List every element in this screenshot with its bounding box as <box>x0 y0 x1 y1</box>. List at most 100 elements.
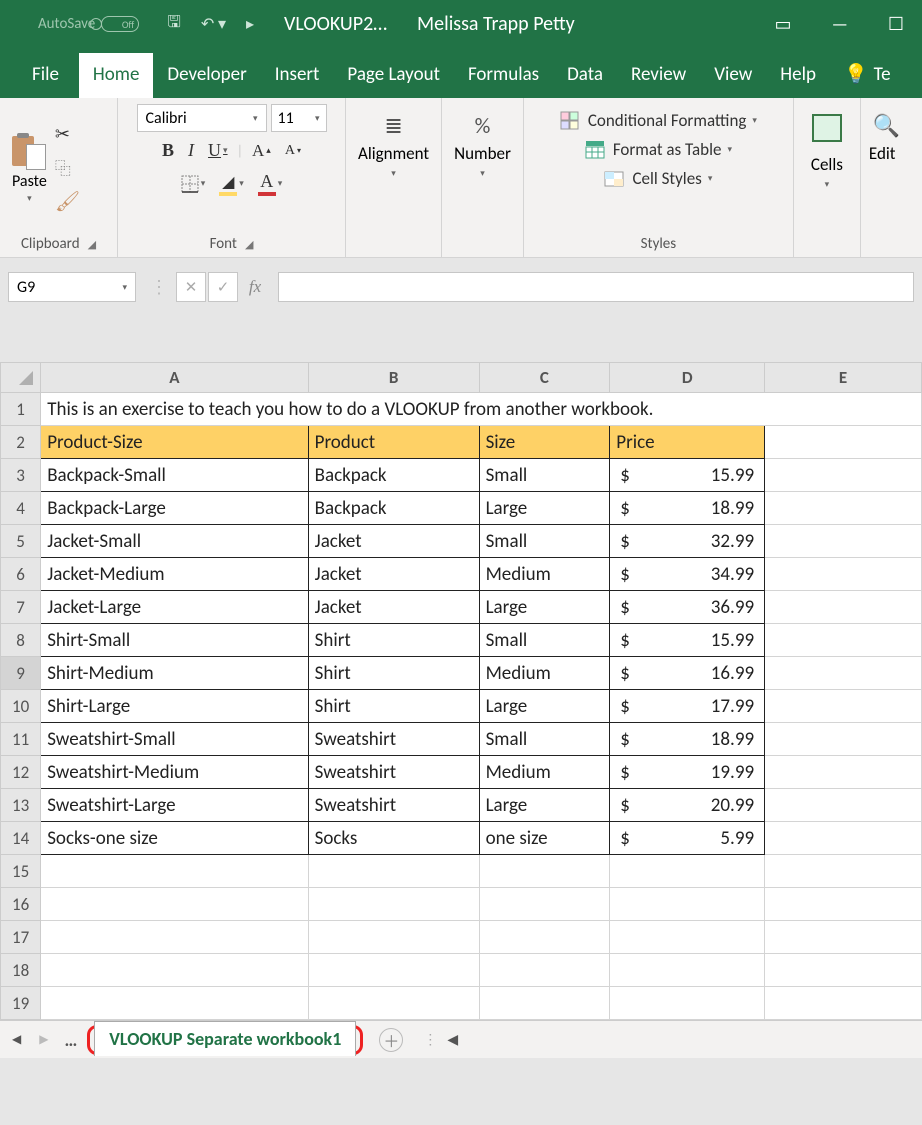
enter-button[interactable]: ✓ <box>208 272 238 302</box>
cell[interactable]: Shirt-Medium <box>41 657 308 690</box>
cell[interactable] <box>308 921 479 954</box>
cell[interactable] <box>479 921 610 954</box>
cell[interactable] <box>765 558 922 591</box>
cell[interactable] <box>765 822 922 855</box>
name-box[interactable]: G9▾ <box>8 272 136 302</box>
col-header-e[interactable]: E <box>765 363 922 393</box>
save-icon[interactable]: 🖫 <box>167 11 181 38</box>
cell[interactable] <box>479 954 610 987</box>
cell[interactable]: $5.99 <box>610 822 765 855</box>
cell[interactable] <box>610 921 765 954</box>
tab-insert[interactable]: Insert <box>261 53 334 98</box>
row-header[interactable]: 11 <box>1 723 41 756</box>
cell[interactable]: Socks-one size <box>41 822 308 855</box>
row-header[interactable]: 6 <box>1 558 41 591</box>
cell[interactable]: Jacket-Small <box>41 525 308 558</box>
sheet-nav-prev[interactable]: ◀ <box>6 1028 27 1051</box>
cell[interactable] <box>308 987 479 1020</box>
cell[interactable]: Small <box>479 723 610 756</box>
row-header[interactable]: 16 <box>1 888 41 921</box>
cell-styles-button[interactable]: Cell Styles▾ <box>604 166 712 191</box>
cell[interactable]: Medium <box>479 756 610 789</box>
cell[interactable]: Shirt-Small <box>41 624 308 657</box>
row-header[interactable]: 4 <box>1 492 41 525</box>
row-header[interactable]: 9 <box>1 657 41 690</box>
cell[interactable] <box>765 624 922 657</box>
format-as-table-button[interactable]: Format as Table▾ <box>585 137 732 162</box>
cell[interactable]: $19.99 <box>610 756 765 789</box>
select-all-corner[interactable] <box>1 363 41 393</box>
row-header[interactable]: 2 <box>1 426 41 459</box>
cell[interactable] <box>41 888 308 921</box>
tab-data[interactable]: Data <box>553 53 617 98</box>
cell[interactable] <box>765 525 922 558</box>
cell[interactable] <box>765 459 922 492</box>
cell[interactable] <box>765 789 922 822</box>
cell[interactable] <box>308 888 479 921</box>
cell[interactable] <box>765 954 922 987</box>
cell[interactable] <box>765 492 922 525</box>
cell[interactable]: $16.99 <box>610 657 765 690</box>
borders-button[interactable]: ▾ <box>176 173 211 195</box>
more-icon[interactable]: ▸ <box>246 14 254 34</box>
cell[interactable] <box>765 987 922 1020</box>
cell[interactable]: Shirt <box>308 657 479 690</box>
format-painter-icon[interactable]: 🖌 <box>55 189 80 214</box>
cell[interactable]: Sweatshirt <box>308 723 479 756</box>
cell[interactable] <box>479 855 610 888</box>
cell[interactable]: $34.99 <box>610 558 765 591</box>
launcher-icon[interactable]: ◢ <box>245 238 253 251</box>
cancel-button[interactable]: ✕ <box>176 272 206 302</box>
cell[interactable] <box>479 888 610 921</box>
shrink-font-button[interactable]: A▾ <box>280 141 306 161</box>
tab-home[interactable]: Home <box>79 53 154 98</box>
find-icon[interactable]: 🔍 <box>869 104 893 141</box>
cell[interactable] <box>765 723 922 756</box>
fx-button[interactable]: fx <box>240 272 270 302</box>
tab-help[interactable]: Help <box>766 53 830 98</box>
cell[interactable]: $15.99 <box>610 624 765 657</box>
cell[interactable] <box>765 426 922 459</box>
row-header[interactable]: 19 <box>1 987 41 1020</box>
cell[interactable] <box>41 987 308 1020</box>
row-header[interactable]: 15 <box>1 855 41 888</box>
cell[interactable]: Backpack-Large <box>41 492 308 525</box>
cell[interactable] <box>765 657 922 690</box>
cell[interactable]: Socks <box>308 822 479 855</box>
alignment-icon[interactable]: ≣ <box>354 104 433 141</box>
chevron-down-icon[interactable]: ▾ <box>354 164 433 183</box>
cell[interactable] <box>479 987 610 1020</box>
cell[interactable] <box>765 921 922 954</box>
cell[interactable]: Jacket-Medium <box>41 558 308 591</box>
cell[interactable]: $18.99 <box>610 723 765 756</box>
autosave-toggle[interactable]: AutoSave Off <box>38 15 139 33</box>
cell[interactable]: Sweatshirt-Small <box>41 723 308 756</box>
cell[interactable] <box>765 690 922 723</box>
cell[interactable]: Small <box>479 459 610 492</box>
cell[interactable]: Sweatshirt <box>308 789 479 822</box>
col-header-d[interactable]: D <box>610 363 765 393</box>
cell[interactable]: Large <box>479 492 610 525</box>
row-header[interactable]: 17 <box>1 921 41 954</box>
cell[interactable]: $20.99 <box>610 789 765 822</box>
cell[interactable]: Jacket <box>308 525 479 558</box>
cell[interactable]: This is an exercise to teach you how to … <box>41 393 922 426</box>
cell[interactable]: Large <box>479 591 610 624</box>
cells-icon[interactable] <box>812 114 842 142</box>
cell[interactable]: Small <box>479 624 610 657</box>
minimize-icon[interactable]: — <box>832 13 848 35</box>
chevron-down-icon[interactable]: ▾ <box>802 175 852 194</box>
cell[interactable]: one size <box>479 822 610 855</box>
cell[interactable]: Sweatshirt-Large <box>41 789 308 822</box>
cell[interactable]: Sweatshirt-Medium <box>41 756 308 789</box>
cell[interactable] <box>765 756 922 789</box>
cell[interactable]: Jacket <box>308 591 479 624</box>
cell[interactable]: Large <box>479 690 610 723</box>
cell[interactable]: Price <box>610 426 765 459</box>
tab-file[interactable]: File <box>18 53 73 98</box>
chevron-down-icon[interactable]: ▾ <box>450 164 515 183</box>
cell[interactable]: Shirt <box>308 624 479 657</box>
cell[interactable]: Size <box>479 426 610 459</box>
row-header[interactable]: 7 <box>1 591 41 624</box>
cell[interactable] <box>765 591 922 624</box>
